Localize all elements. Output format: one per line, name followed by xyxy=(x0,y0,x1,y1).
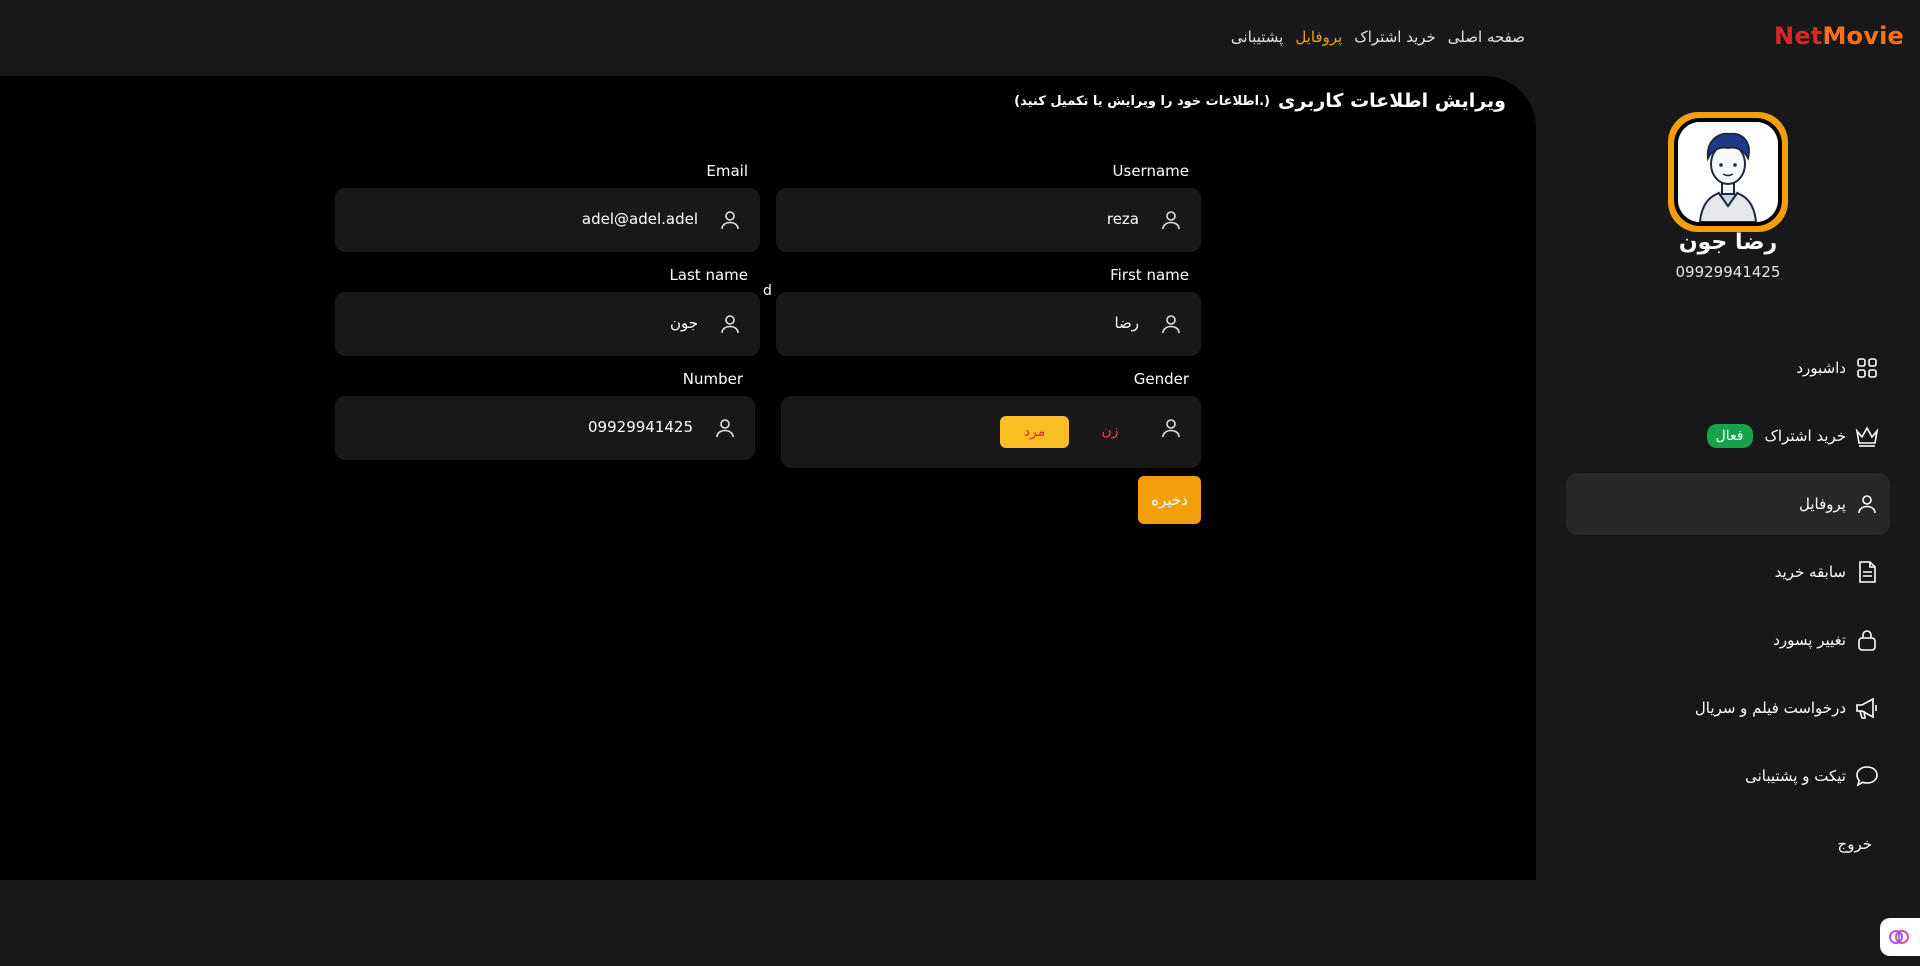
sidebar-item-label: داشبورد xyxy=(1796,359,1846,377)
sidebar-item-change-password[interactable]: تغییر پسورد xyxy=(1566,609,1890,671)
sidebar-item-request-movie[interactable]: درخواست فیلم و سریال xyxy=(1566,677,1890,739)
gender-male-option[interactable]: مرد xyxy=(1000,416,1069,448)
sidebar-item-ticket-support[interactable]: تیکت و پشتیبانی xyxy=(1566,745,1890,807)
email-field[interactable]: adel@adel.adel xyxy=(335,188,760,252)
main-panel: ویرایش اطلاعات کاربری (اطلاعات خود را وی… xyxy=(0,76,1536,880)
email-value: adel@adel.adel xyxy=(581,210,698,228)
username-value: reza xyxy=(1106,210,1139,228)
username-label: Username xyxy=(1112,162,1189,180)
sidebar-item-label: سابقه خرید xyxy=(1774,563,1846,581)
firstname-value: رضا xyxy=(1114,314,1139,332)
number-label: Number xyxy=(682,370,743,388)
email-label: Email xyxy=(706,162,748,180)
sidebar-item-label: درخواست فیلم و سریال xyxy=(1694,699,1846,717)
dashboard-icon xyxy=(1854,355,1880,381)
sidebar-item-label: پروفایل xyxy=(1799,495,1846,513)
sidebar-item-label: خرید اشتراک xyxy=(1764,427,1847,445)
stray-text: d xyxy=(763,283,772,299)
form-header: ویرایش اطلاعات کاربری (اطلاعات خود را وی… xyxy=(1014,90,1506,112)
brain-icon xyxy=(1889,930,1909,944)
lock-icon xyxy=(1854,627,1880,653)
nav-profile[interactable]: پروفایل xyxy=(1295,28,1342,46)
sidebar-item-purchase-history[interactable]: سابقه خرید xyxy=(1566,541,1890,603)
logo-part-net: Net xyxy=(1774,22,1823,50)
crown-icon xyxy=(1854,423,1880,449)
gender-label: Gender xyxy=(1133,370,1189,388)
firstname-field[interactable]: رضا xyxy=(776,292,1201,356)
status-badge: فعال xyxy=(1706,424,1753,448)
page-subtitle: (اطلاعات خود را ویرایش یا تکمیل کنید.) xyxy=(1014,93,1270,109)
username-field[interactable]: reza xyxy=(776,188,1201,252)
avatar-frame xyxy=(1674,118,1782,226)
sidebar-item-profile[interactable]: پروفایل xyxy=(1566,473,1890,535)
lastname-label: Last name xyxy=(669,266,748,284)
avatar[interactable] xyxy=(1668,112,1788,232)
firstname-label: First name xyxy=(1110,266,1189,284)
user-icon xyxy=(1854,491,1880,517)
document-icon xyxy=(1854,559,1880,585)
floating-extension-button[interactable] xyxy=(1880,918,1920,956)
user-icon xyxy=(1162,315,1180,334)
sidebar-item-logout[interactable]: خروج xyxy=(1566,813,1890,875)
avatar-image xyxy=(1678,122,1778,222)
lastname-value: جون xyxy=(669,314,698,332)
top-bar: NetMovie صفحه اصلی خرید اشتراک پروفایل پ… xyxy=(0,0,1920,76)
sidebar-item-label: تیکت و پشتیبانی xyxy=(1745,767,1846,785)
logo-part-movie: Movie xyxy=(1822,22,1904,50)
nav-support[interactable]: پشتیبانی xyxy=(1231,28,1283,46)
gender-field xyxy=(781,396,1201,468)
chat-icon xyxy=(1854,763,1880,789)
user-icon xyxy=(1162,419,1180,438)
profile-phone: 09929941425 xyxy=(1675,263,1781,281)
nav-subscription[interactable]: خرید اشتراک xyxy=(1354,28,1436,46)
profile-name: رضا جون xyxy=(1678,230,1778,255)
sidebar-item-dashboard[interactable]: داشبورد xyxy=(1566,337,1890,399)
avatar-illustration-icon xyxy=(1678,122,1778,222)
sidebar-item-label: تغییر پسورد xyxy=(1773,631,1846,649)
page-title: ویرایش اطلاعات کاربری xyxy=(1277,90,1506,112)
sidebar-item-subscription[interactable]: خرید اشتراک فعال xyxy=(1566,405,1890,467)
logo[interactable]: NetMovie xyxy=(1774,22,1904,50)
user-icon xyxy=(1162,211,1180,230)
user-icon xyxy=(721,315,739,334)
gender-female-option[interactable]: زن xyxy=(1094,423,1126,443)
number-value: 09929941425 xyxy=(588,418,693,436)
user-icon xyxy=(716,419,734,438)
user-icon xyxy=(721,211,739,230)
main-nav: صفحه اصلی خرید اشتراک پروفایل پشتیبانی xyxy=(1231,28,1525,46)
save-button[interactable]: ذخیره xyxy=(1138,476,1201,524)
number-field[interactable]: 09929941425 xyxy=(335,396,755,460)
sidebar-item-label: خروج xyxy=(1837,835,1872,853)
lastname-field[interactable]: جون xyxy=(335,292,760,356)
megaphone-icon xyxy=(1854,695,1880,721)
nav-home[interactable]: صفحه اصلی xyxy=(1448,28,1525,46)
